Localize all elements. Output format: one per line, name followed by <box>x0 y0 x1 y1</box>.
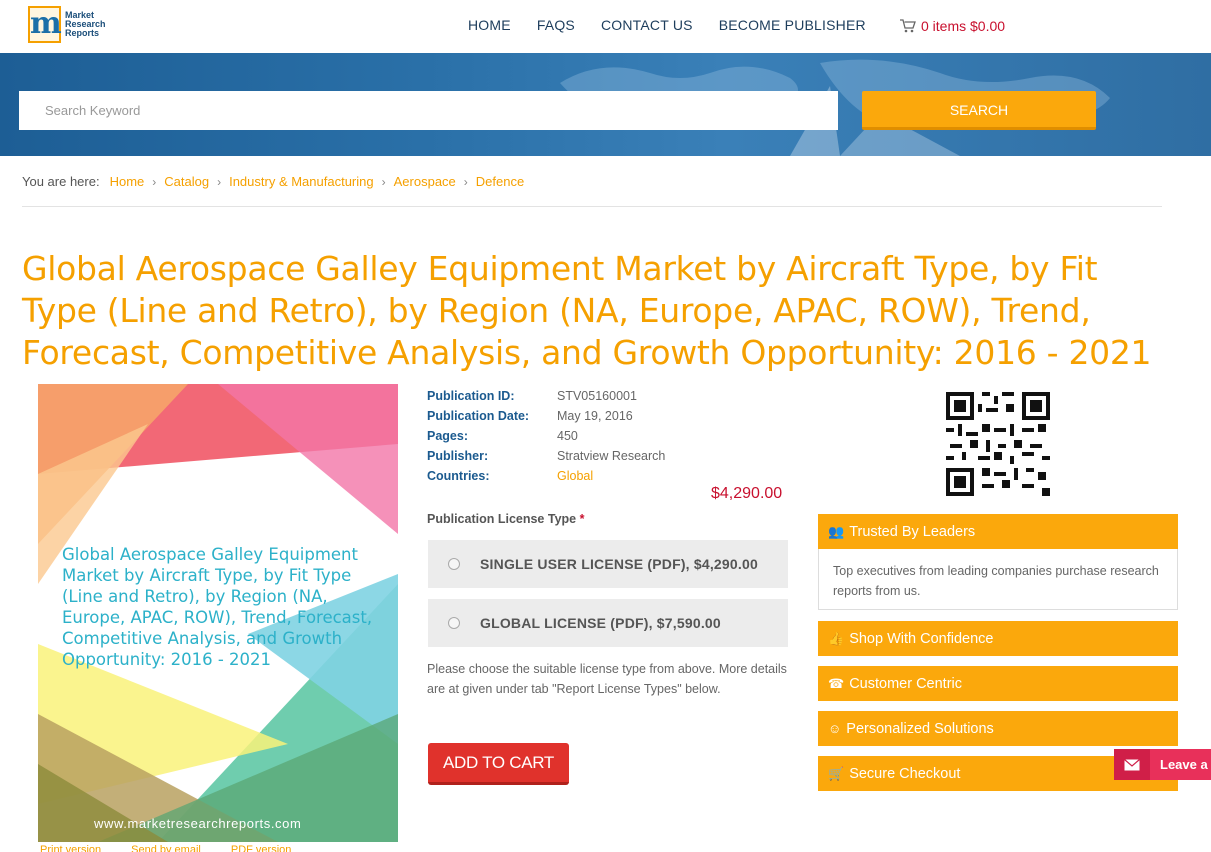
header: m Market Research Reports HOME FAQS CONT… <box>0 0 1211 53</box>
info-row-pages: Pages: 450 <box>427 426 665 446</box>
trusted-by-leaders-header: 👥 Trusted By Leaders <box>818 514 1178 549</box>
chevron-right-icon: › <box>463 174 468 189</box>
customer-centric-panel[interactable]: ☎ Customer Centric <box>818 666 1178 701</box>
info-row-id: Publication ID: STV05160001 <box>427 386 665 406</box>
cover-title: Global Aerospace Galley Equipment Market… <box>62 545 373 669</box>
cart-icon <box>900 19 916 33</box>
panel-title: Personalized Solutions <box>846 720 994 737</box>
panel-title: Trusted By Leaders <box>849 523 976 540</box>
cart-icon: 🛒 <box>828 765 845 781</box>
license-option-label: SINGLE USER LICENSE (PDF), $4,290.00 <box>480 556 758 572</box>
shop-with-confidence-panel[interactable]: 👍 Shop With Confidence <box>818 621 1178 656</box>
breadcrumb-catalog[interactable]: Catalog <box>164 174 209 189</box>
trusted-by-leaders-body: Top executives from leading companies pu… <box>818 549 1178 610</box>
license-option-label: GLOBAL LICENSE (PDF), $7,590.00 <box>480 615 721 631</box>
publisher-value: Stratview Research <box>557 449 666 463</box>
license-heading-text: Publication License Type <box>427 512 577 526</box>
main-nav: HOME FAQS CONTACT US BECOME PUBLISHER <box>468 17 892 33</box>
breadcrumb-industry[interactable]: Industry & Manufacturing <box>229 174 374 189</box>
pages-value: 450 <box>557 429 578 443</box>
publication-date-label: Publication Date: <box>427 409 530 423</box>
license-note: Please choose the suitable license type … <box>427 662 787 696</box>
envelope-icon <box>1114 749 1150 780</box>
cover-url: www.marketresearchreports.com <box>94 816 302 831</box>
page-title: Global Aerospace Galley Equipment Market… <box>22 249 1152 372</box>
license-option-global[interactable]: GLOBAL LICENSE (PDF), $7,590.00 <box>428 599 788 647</box>
panel-title: Customer Centric <box>849 675 963 692</box>
smile-icon: ☺ <box>828 721 842 736</box>
info-row-date: Publication Date: May 19, 2016 <box>427 406 665 426</box>
breadcrumb-lead: You are here: <box>22 174 100 189</box>
nav-contact-us[interactable]: CONTACT US <box>601 17 693 33</box>
logo-line-3: Reports <box>65 28 100 38</box>
info-row-publisher: Publisher: Stratview Research <box>427 446 665 466</box>
cart-summary: 0 items $0.00 <box>921 18 1006 34</box>
radio-global[interactable] <box>448 617 460 629</box>
panel-title: Shop With Confidence <box>849 630 994 647</box>
logo-mark: m <box>28 6 62 43</box>
license-option-single[interactable]: SINGLE USER LICENSE (PDF), $4,290.00 <box>428 540 788 588</box>
radio-single-user[interactable] <box>448 558 460 570</box>
nav-become-publisher[interactable]: BECOME PUBLISHER <box>719 17 866 33</box>
leave-message-label: Leave a <box>1160 757 1208 772</box>
print-version-link[interactable]: Print version <box>40 844 101 852</box>
logo-text: Market Research Reports <box>65 11 106 38</box>
countries-value[interactable]: Global <box>557 469 593 483</box>
breadcrumb: You are here: Home › Catalog › Industry … <box>22 174 524 189</box>
cart-link[interactable]: 0 items $0.00 <box>900 18 1005 34</box>
users-icon: 👥 <box>828 523 845 539</box>
pages-label: Pages: <box>427 429 468 443</box>
publication-id-label: Publication ID: <box>427 389 515 403</box>
divider <box>22 206 1162 207</box>
report-price: $4,290.00 <box>711 485 783 502</box>
search-input[interactable]: Search Keyword <box>19 91 838 130</box>
chevron-right-icon: › <box>152 174 157 189</box>
required-mark: * <box>579 512 585 526</box>
search-button[interactable]: SEARCH <box>862 91 1096 130</box>
nav-home[interactable]: HOME <box>468 17 511 33</box>
breadcrumb-defence[interactable]: Defence <box>476 174 524 189</box>
report-cover-image: Global Aerospace Galley Equipment Market… <box>38 384 398 842</box>
personalized-solutions-panel[interactable]: ☺ Personalized Solutions <box>818 711 1178 746</box>
send-email-link[interactable]: Send by email <box>131 844 201 852</box>
countries-label: Countries: <box>427 469 490 483</box>
leave-message-widget[interactable]: Leave a <box>1114 749 1211 780</box>
publisher-label: Publisher: <box>427 449 489 463</box>
panel-title: Secure Checkout <box>849 765 961 782</box>
report-actions: Print version Send by email PDF version <box>40 844 291 852</box>
pdf-version-link[interactable]: PDF version <box>231 844 292 852</box>
publication-date-value: May 19, 2016 <box>557 409 633 423</box>
info-row-countries: Countries: Global <box>427 466 665 486</box>
nav-faqs[interactable]: FAQS <box>537 17 575 33</box>
add-to-cart-button[interactable]: ADD TO CART <box>428 743 569 785</box>
publication-id-value: STV05160001 <box>557 389 637 403</box>
breadcrumb-home[interactable]: Home <box>110 174 145 189</box>
phone-icon: ☎ <box>828 675 845 691</box>
thumbs-up-icon: 👍 <box>828 630 845 646</box>
chevron-right-icon: › <box>217 174 222 189</box>
publication-info: Publication ID: STV05160001 Publication … <box>427 386 665 486</box>
site-logo[interactable]: m Market Research Reports <box>28 6 106 43</box>
chevron-right-icon: › <box>381 174 386 189</box>
search-banner: Search Keyword SEARCH <box>0 53 1211 156</box>
qr-code <box>946 392 1050 496</box>
license-heading: Publication License Type * <box>427 512 584 526</box>
breadcrumb-aerospace[interactable]: Aerospace <box>394 174 456 189</box>
